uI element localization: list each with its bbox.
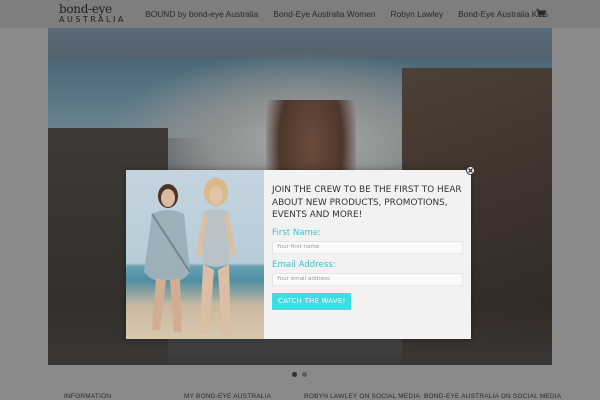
logo-wordmark: bond-eye	[59, 2, 112, 16]
footer-col-information: INFORMATION	[64, 393, 112, 400]
first-name-input[interactable]	[272, 240, 463, 254]
popup-heading: JOIN THE CREW TO BE THE FIRST TO HEAR AB…	[272, 185, 462, 220]
nav-item-women[interactable]: Bond-Eye Australia Women	[273, 9, 375, 19]
nav-item-robyn-lawley[interactable]: Robyn Lawley	[391, 9, 444, 19]
footer-col-bondeye-social: BOND-EYE AUSTRALIA ON SOCIAL MEDIA	[424, 393, 562, 400]
popup-form: JOIN THE CREW TO BE THE FIRST TO HEAR AB…	[272, 184, 464, 310]
footer-col-my-account: MY BOND-EYE AUSTRALIA	[184, 393, 272, 400]
close-icon[interactable]	[466, 166, 475, 175]
footer-col-robyn-social: ROBYN LAWLEY ON SOCIAL MEDIA	[304, 393, 420, 400]
shopping-cart-icon[interactable]	[536, 8, 546, 18]
email-input[interactable]	[272, 272, 463, 286]
catch-the-wave-button[interactable]: CATCH THE WAVE!	[272, 292, 352, 310]
slider-dot-2[interactable]	[302, 372, 307, 377]
main-nav: BOUND by bond-eye Australia Bond-Eye Aus…	[145, 9, 548, 19]
footer-columns: INFORMATION MY BOND-EYE AUSTRALIA ROBYN …	[0, 393, 600, 400]
model-left-figure	[144, 184, 191, 332]
nav-item-kids[interactable]: Bond-Eye Australia Kids	[458, 9, 548, 19]
site-logo[interactable]: bond-eye AUSTRALIA	[59, 3, 126, 24]
email-label: Email Address:	[272, 259, 336, 270]
slider-dot-1[interactable]	[292, 372, 297, 377]
first-name-label: First Name:	[272, 227, 322, 238]
slider-dots	[292, 372, 307, 377]
nav-item-bound[interactable]: BOUND by bond-eye Australia	[145, 9, 258, 19]
logo-subtitle: AUSTRALIA	[59, 15, 126, 24]
newsletter-popup: JOIN THE CREW TO BE THE FIRST TO HEAR AB…	[126, 170, 471, 339]
popup-models-image	[126, 170, 264, 339]
site-header: bond-eye AUSTRALIA BOUND by bond-eye Aus…	[0, 0, 600, 28]
model-right-figure	[195, 178, 237, 336]
